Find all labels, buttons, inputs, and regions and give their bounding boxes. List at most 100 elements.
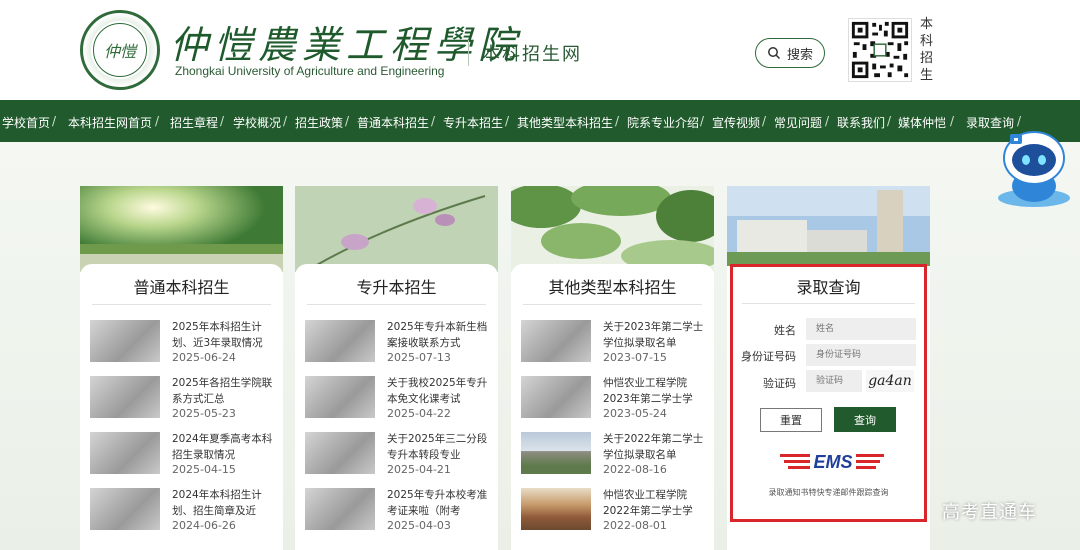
news-title[interactable]: 2024年夏季高考本科招生录取情况 (172, 431, 276, 463)
list-item[interactable]: 2024年本科招生计划、招生简章及近 2024-06-26 (90, 488, 276, 534)
nav-separator: / (155, 114, 160, 128)
nav-item-home[interactable]: 学校首页 (2, 114, 50, 131)
news-thumbnail (521, 488, 591, 530)
news-thumbnail (90, 488, 160, 530)
leaves-photo (511, 186, 714, 272)
card-title[interactable]: 普通本科招生 (80, 274, 283, 298)
nav-separator: / (887, 114, 892, 128)
nav-item-faq[interactable]: 常见问题 (774, 114, 822, 131)
news-title[interactable]: 仲恺农业工程学院2022年第二学士学 (603, 487, 707, 519)
news-title[interactable]: 2025年本科招生计划、近3年录取情况 (172, 319, 276, 351)
site-header: 仲愷 仲愷農業工程學院 Zhongkai University of Agric… (0, 0, 1080, 100)
undergrad-card: 普通本科招生 2025年本科招生计划、近3年录取情况 2025-06-24 20… (80, 186, 283, 550)
nav-separator: / (345, 114, 350, 128)
nav-item-undergrad[interactable]: 普通本科招生 (357, 114, 429, 131)
news-date: 2025-04-22 (387, 407, 451, 420)
news-date: 2022-08-16 (603, 463, 667, 476)
list-item[interactable]: 仲恺农业工程学院2022年第二学士学 2022-08-01 (521, 488, 707, 534)
search-icon (768, 47, 781, 60)
ems-logo: EMS (780, 452, 884, 472)
nav-separator: / (283, 114, 288, 128)
news-thumbnail (521, 320, 591, 362)
header-divider (468, 40, 469, 66)
qr-code-icon (848, 18, 912, 82)
school-name-en: Zhongkai University of Agriculture and E… (175, 64, 445, 78)
card-title[interactable]: 专升本招生 (295, 274, 498, 298)
news-thumbnail (305, 376, 375, 418)
news-title[interactable]: 2024年本科招生计划、招生简章及近 (172, 487, 276, 519)
news-thumbnail (305, 488, 375, 530)
query-title: 录取查询 (796, 278, 861, 297)
captcha-field[interactable] (806, 370, 862, 392)
qr-caption: 本科招生 (920, 17, 934, 83)
news-thumbnail (305, 320, 375, 362)
nav-item-media[interactable]: 媒体仲恺 (898, 114, 946, 131)
list-item[interactable]: 2025年专升本校考准考证来啦（附考 2025-04-03 (305, 488, 491, 534)
query-button[interactable]: 查询 (834, 407, 896, 432)
name-field[interactable] (806, 318, 916, 340)
campus-building-photo (727, 186, 930, 266)
main-nav: 学校首页 / 本科招生网首页 / 招生章程 / 学校概况 / 招生政策 / 普通… (0, 100, 1080, 142)
news-date: 2025-06-24 (172, 351, 236, 364)
news-title[interactable]: 关于2023年第二学士学位拟录取名单 (603, 319, 707, 351)
news-title[interactable]: 关于2025年三二分段专升本转段专业 (387, 431, 491, 463)
news-title[interactable]: 2025年专升本校考准考证来啦（附考 (387, 487, 491, 519)
search-label: 搜索 (786, 47, 813, 63)
nav-separator: / (950, 114, 955, 128)
list-item[interactable]: 2025年本科招生计划、近3年录取情况 2025-06-24 (90, 320, 276, 366)
nav-separator: / (615, 114, 620, 128)
list-item[interactable]: 2025年专升本新生档案接收联系方式 2025-07-13 (305, 320, 491, 366)
nav-separator: / (52, 114, 57, 128)
nav-item-policy[interactable]: 招生政策 (295, 114, 343, 131)
nav-item-upgrade[interactable]: 专升本招生 (443, 114, 503, 131)
nav-item-departments[interactable]: 院系专业介绍 (627, 114, 699, 131)
card-divider (523, 304, 702, 305)
news-thumbnail (90, 432, 160, 474)
school-seal-logo[interactable]: 仲愷 (80, 10, 160, 90)
search-button[interactable]: 搜索 (755, 38, 825, 68)
list-item[interactable]: 仲恺农业工程学院2023年第二学士学 2023-05-24 (521, 376, 707, 422)
nav-separator: / (431, 114, 436, 128)
news-date: 2025-04-15 (172, 463, 236, 476)
news-title[interactable]: 仲恺农业工程学院2023年第二学士学 (603, 375, 707, 407)
list-item[interactable]: 关于2023年第二学士学位拟录取名单 2023-07-15 (521, 320, 707, 366)
nav-separator: / (825, 114, 830, 128)
news-title[interactable]: 2025年各招生学院联系方式汇总 (172, 375, 276, 407)
card-divider (307, 304, 486, 305)
nav-separator: / (700, 114, 705, 128)
news-date: 2023-05-24 (603, 407, 667, 420)
news-thumbnail (521, 432, 591, 474)
news-thumbnail (305, 432, 375, 474)
news-date: 2025-04-03 (387, 519, 451, 532)
robot-assistant-icon[interactable] (990, 124, 1078, 210)
news-date: 2025-07-13 (387, 351, 451, 364)
news-title[interactable]: 关于我校2025年专升本免文化课考试 (387, 375, 491, 407)
list-item[interactable]: 关于2025年三二分段专升本转段专业 2025-04-21 (305, 432, 491, 478)
other-types-card: 其他类型本科招生 关于2023年第二学士学位拟录取名单 2023-07-15 仲… (511, 186, 714, 550)
list-item[interactable]: 关于2022年第二学士学位拟录取名单 2022-08-16 (521, 432, 707, 478)
nav-item-charter[interactable]: 招生章程 (170, 114, 218, 131)
news-thumbnail (521, 376, 591, 418)
news-date: 2023-07-15 (603, 351, 667, 364)
reset-button[interactable]: 重置 (760, 408, 822, 432)
ems-tracking-note[interactable]: 录取通知书特快专递邮件跟踪查询 (732, 487, 925, 498)
flower-photo (295, 186, 498, 272)
school-name-cn[interactable]: 仲愷農業工程學院 (170, 14, 522, 69)
id-number-field[interactable] (806, 344, 916, 366)
news-title[interactable]: 2025年专升本新生档案接收联系方式 (387, 319, 491, 351)
nav-item-video[interactable]: 宣传视频 (712, 114, 760, 131)
nav-item-other-types[interactable]: 其他类型本科招生 (517, 114, 613, 131)
list-item[interactable]: 关于我校2025年专升本免文化课考试 2025-04-22 (305, 376, 491, 422)
campus-trees-photo (80, 186, 283, 272)
nav-item-overview[interactable]: 学校概况 (233, 114, 281, 131)
list-item[interactable]: 2024年夏季高考本科招生录取情况 2025-04-15 (90, 432, 276, 478)
news-title[interactable]: 关于2022年第二学士学位拟录取名单 (603, 431, 707, 463)
id-number-label: 身份证号码 (741, 350, 796, 363)
nav-item-admission-home[interactable]: 本科招生网首页 (68, 114, 152, 131)
card-title[interactable]: 其他类型本科招生 (511, 274, 714, 298)
list-item[interactable]: 2025年各招生学院联系方式汇总 2025-05-23 (90, 376, 276, 422)
nav-separator: / (220, 114, 225, 128)
card-divider (92, 304, 271, 305)
captcha-image[interactable]: ga4an (866, 370, 914, 392)
nav-item-contact[interactable]: 联系我们 (837, 114, 885, 131)
